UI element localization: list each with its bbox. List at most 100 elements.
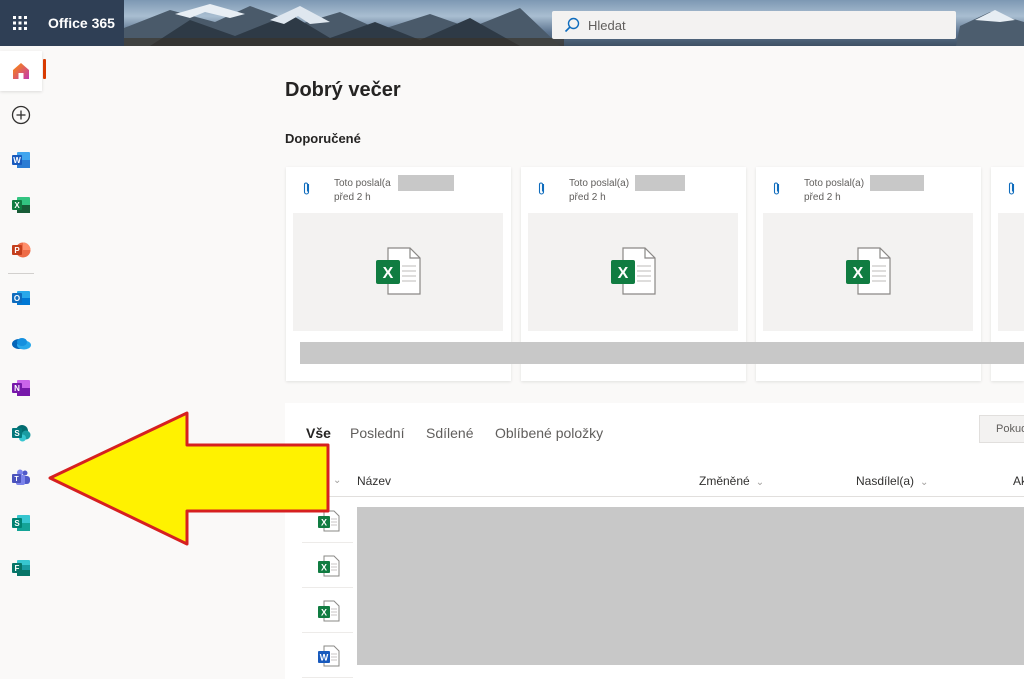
- card-time: před 2 h: [804, 192, 841, 203]
- word-file-icon: W: [317, 645, 339, 666]
- rail-item-home[interactable]: [0, 51, 42, 91]
- search-icon: [564, 17, 580, 33]
- excel-file-icon: X: [317, 510, 339, 531]
- files-panel: Vše Poslední Sdílené Oblíbené položky Po…: [285, 403, 1024, 679]
- paperclip-icon: [773, 182, 780, 195]
- column-header-modified[interactable]: Změněné ⌄: [699, 474, 764, 488]
- rail-item-forms[interactable]: F: [0, 548, 42, 588]
- redacted-block: [300, 342, 1024, 364]
- rail-item-teams[interactable]: T: [0, 458, 42, 498]
- page-greeting: Dobrý večer: [285, 79, 401, 101]
- word-icon: W: [12, 152, 30, 168]
- column-label: Název: [357, 474, 392, 488]
- svg-text:X: X: [853, 265, 864, 282]
- onenote-icon: N: [12, 380, 30, 396]
- search-box[interactable]: [552, 11, 956, 39]
- waffle-icon: [13, 16, 27, 30]
- svg-text:P: P: [14, 246, 20, 255]
- card-time: před 2 h: [334, 192, 371, 203]
- svg-text:X: X: [320, 607, 326, 617]
- svg-text:N: N: [14, 384, 20, 393]
- sharepoint-icon: S: [12, 425, 31, 442]
- svg-text:X: X: [320, 562, 326, 572]
- sway-icon: S: [12, 515, 30, 531]
- card-time: před 2 h: [569, 192, 606, 203]
- column-header-name[interactable]: Název: [357, 474, 391, 488]
- column-label: Změněné: [699, 474, 750, 488]
- column-label: Ak: [1013, 474, 1024, 488]
- card-thumbnail: X: [293, 213, 503, 331]
- paperclip-icon: [1008, 182, 1015, 195]
- svg-text:F: F: [15, 564, 20, 573]
- svg-text:W: W: [319, 652, 328, 662]
- excel-icon: X: [12, 197, 30, 213]
- rail-item-sharepoint[interactable]: S: [0, 413, 42, 453]
- svg-text:T: T: [14, 476, 19, 483]
- teams-icon: T: [12, 469, 30, 485]
- rail-item-create[interactable]: [0, 95, 42, 135]
- recommended-title: Doporučené: [285, 131, 361, 146]
- svg-text:W: W: [13, 156, 21, 165]
- header-divider: [302, 496, 1024, 497]
- svg-text:S: S: [14, 519, 20, 528]
- rail-item-word[interactable]: W: [0, 140, 42, 180]
- paperclip-icon: [303, 182, 310, 195]
- card-sender: Toto poslal(a: [334, 178, 391, 189]
- table-row[interactable]: X: [302, 589, 353, 633]
- rail-active-indicator: [43, 59, 46, 79]
- card-thumbnail: [998, 213, 1024, 331]
- table-row[interactable]: X: [302, 499, 353, 543]
- svg-text:S: S: [14, 429, 20, 438]
- svg-text:X: X: [14, 201, 20, 210]
- powerpoint-icon: P: [12, 242, 31, 258]
- redacted-block: [870, 175, 924, 191]
- paperclip-icon: [538, 182, 545, 195]
- app-launcher-button[interactable]: [0, 0, 40, 46]
- rail-item-sway[interactable]: S: [0, 503, 42, 543]
- filter-button[interactable]: Pokud: [979, 415, 1024, 443]
- svg-text:O: O: [14, 294, 20, 303]
- redacted-block: [398, 175, 454, 191]
- forms-icon: F: [12, 560, 30, 576]
- column-header-activity[interactable]: Ak: [1013, 474, 1024, 488]
- svg-text:X: X: [320, 517, 326, 527]
- plus-circle-icon: [11, 105, 31, 125]
- card-sender: Toto poslal(a): [804, 178, 865, 189]
- redacted-block: [357, 507, 1024, 665]
- excel-file-icon: X: [846, 247, 891, 295]
- card-thumbnail: X: [528, 213, 738, 331]
- excel-file-icon: X: [376, 247, 421, 295]
- card-thumbnail: X: [763, 213, 973, 331]
- table-row[interactable]: X: [302, 544, 353, 588]
- top-bar: Office 365: [0, 0, 1024, 46]
- rail-divider: [8, 273, 34, 274]
- rail-item-onenote[interactable]: N: [0, 368, 42, 408]
- rail-item-onedrive[interactable]: [0, 323, 42, 363]
- rail-item-excel[interactable]: X: [0, 185, 42, 225]
- tab-recent[interactable]: Poslední: [350, 425, 404, 441]
- svg-text:X: X: [383, 265, 394, 282]
- brand-name[interactable]: Office 365: [40, 0, 124, 46]
- chevron-down-icon: ⌄: [920, 477, 929, 488]
- card-sender: Toto poslal(a): [569, 178, 630, 189]
- chevron-down-icon[interactable]: ⌄: [333, 475, 341, 486]
- column-header-shared-by[interactable]: Nasdílel(a) ⌄: [856, 474, 928, 488]
- redacted-block: [635, 175, 685, 191]
- tab-all[interactable]: Vše: [306, 425, 331, 441]
- chevron-down-icon: ⌄: [755, 477, 765, 488]
- tab-shared[interactable]: Sdílené: [426, 425, 473, 441]
- onedrive-icon: [12, 338, 31, 350]
- tab-favorites[interactable]: Oblíbené položky: [495, 425, 603, 441]
- excel-file-icon: X: [317, 600, 339, 621]
- app-rail: W X P O N S T S F: [0, 46, 42, 679]
- rail-item-outlook[interactable]: O: [0, 278, 42, 318]
- outlook-icon: O: [12, 291, 30, 305]
- svg-text:X: X: [618, 265, 629, 282]
- search-input[interactable]: [588, 17, 928, 33]
- rail-item-powerpoint[interactable]: P: [0, 230, 42, 270]
- home-icon: [13, 63, 29, 79]
- table-row[interactable]: W: [302, 634, 353, 678]
- column-label: Nasdílel(a): [856, 474, 915, 488]
- excel-file-icon: X: [611, 247, 656, 295]
- excel-file-icon: X: [317, 555, 339, 576]
